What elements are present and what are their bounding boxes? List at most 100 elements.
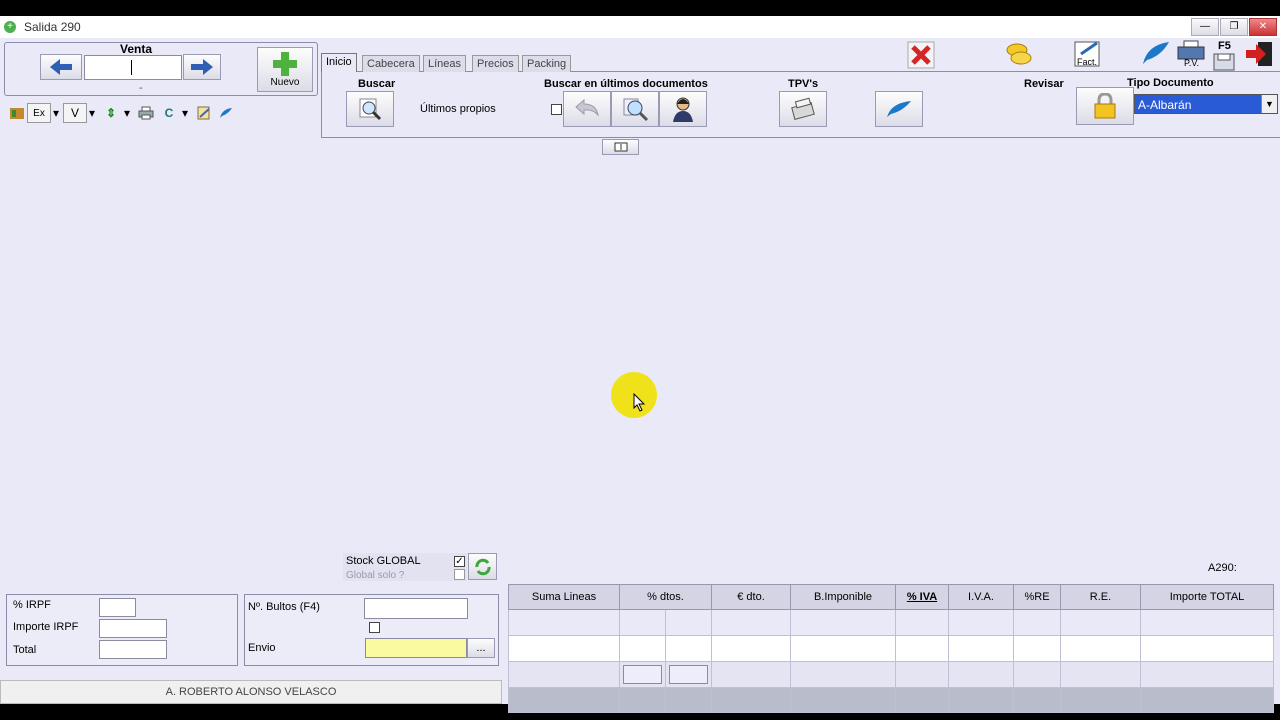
- mouse-pointer-icon: [633, 393, 646, 412]
- refresh-button[interactable]: [468, 553, 497, 580]
- lock-button[interactable]: [1076, 87, 1134, 125]
- col-b-imponible: B.Imponible: [790, 584, 896, 610]
- bultos-input[interactable]: [364, 598, 468, 619]
- save-f5-button[interactable]: F5: [1211, 40, 1241, 71]
- dto2-input[interactable]: [669, 665, 708, 684]
- new-button[interactable]: Nuevo: [257, 47, 313, 92]
- dto1-input[interactable]: [623, 665, 662, 684]
- col-pct-re: %RE: [1013, 584, 1061, 610]
- table-row: [508, 661, 1274, 688]
- client-status-bar: A. ROBERTO ALONSO VELASCO: [0, 680, 502, 704]
- tab-packing[interactable]: Packing: [522, 55, 572, 72]
- client-button[interactable]: [659, 91, 707, 127]
- feather-button[interactable]: [875, 91, 923, 127]
- minimize-button[interactable]: —: [1191, 18, 1219, 36]
- c-label: C: [164, 106, 174, 120]
- tipo-documento-select[interactable]: A-Albarán ▼: [1134, 94, 1278, 114]
- view-button[interactable]: V: [63, 103, 87, 123]
- pos-label: P.V.: [1184, 58, 1200, 68]
- chevron-down-icon[interactable]: ▾: [50, 103, 62, 123]
- totals-table: Suma Lineas % dtos. € dto. B.Imponible %…: [508, 584, 1274, 713]
- table-row: [508, 687, 1274, 713]
- person-icon: [673, 97, 693, 122]
- undo-arrow-icon: [575, 99, 599, 117]
- tipo-documento-value: A-Albarán: [1138, 98, 1192, 112]
- feather-icon: [887, 101, 911, 117]
- total-label: Total: [13, 644, 37, 656]
- chevron-down-icon[interactable]: ▼: [1261, 95, 1277, 113]
- col-importe-total: Importe TOTAL: [1140, 584, 1274, 610]
- excel-icon[interactable]: [6, 103, 28, 123]
- col-pct-iva[interactable]: % IVA: [895, 584, 949, 610]
- tab-lineas[interactable]: Líneas: [423, 55, 467, 72]
- table-row: [508, 609, 1274, 636]
- doc-number-input[interactable]: [84, 55, 182, 80]
- chevron-down-icon[interactable]: ▾: [179, 103, 191, 123]
- feather-icon[interactable]: [215, 103, 237, 123]
- envio-lookup-label: ...: [476, 642, 486, 654]
- search-button[interactable]: [346, 91, 394, 127]
- ultimos-propios-checkbox[interactable]: [551, 104, 562, 115]
- tab-cabecera[interactable]: Cabecera: [362, 55, 420, 72]
- lock-icon: [1094, 93, 1116, 119]
- nav-title: Venta: [120, 42, 153, 56]
- window-title: Salida 290: [24, 20, 81, 34]
- app-icon: +: [4, 21, 16, 33]
- nav-subtitle: -: [139, 82, 143, 94]
- feather-icon[interactable]: [1141, 40, 1173, 70]
- exit-icon[interactable]: [1244, 40, 1276, 70]
- col-re: R.E.: [1060, 584, 1141, 610]
- envio-lookup-button[interactable]: ...: [467, 638, 495, 658]
- invoice-button[interactable]: Fact.: [1073, 40, 1105, 70]
- tpvs-label: TPV's: [788, 78, 819, 90]
- buscar-label: Buscar: [358, 78, 396, 90]
- magnifier-icon: [359, 98, 382, 121]
- close-button[interactable]: ✕: [1249, 18, 1277, 36]
- restore-button[interactable]: ❐: [1220, 18, 1248, 36]
- cancel-icon[interactable]: [905, 40, 937, 70]
- bultos-label: Nº. Bultos (F4): [248, 601, 320, 613]
- col-eur-dto: € dto.: [711, 584, 791, 610]
- find-docs-button[interactable]: [611, 91, 659, 127]
- floppy-icon: [1213, 53, 1235, 71]
- stock-global-sub-label: Global solo ?: [346, 570, 405, 581]
- f5-label: F5: [1218, 40, 1231, 52]
- envio-input[interactable]: [365, 638, 467, 658]
- coins-icon[interactable]: [1003, 40, 1035, 70]
- irpf-pct-input[interactable]: [99, 598, 136, 617]
- collapse-ribbon-button[interactable]: [602, 139, 639, 155]
- next-button[interactable]: [183, 54, 221, 80]
- bultos-checkbox[interactable]: [369, 622, 380, 633]
- table-row: [508, 635, 1274, 662]
- edit-doc-icon[interactable]: [193, 103, 215, 123]
- export-label: Ex: [33, 107, 45, 119]
- stock-global-checkbox[interactable]: ✓: [454, 556, 465, 567]
- cash-register-icon: [791, 97, 815, 120]
- print-icon[interactable]: [134, 103, 158, 123]
- prev-button[interactable]: [40, 54, 82, 80]
- total-input[interactable]: [99, 640, 167, 659]
- global-solo-checkbox[interactable]: [454, 569, 465, 580]
- client-name: A. ROBERTO ALONSO VELASCO: [165, 686, 337, 698]
- plus-icon: [273, 52, 297, 76]
- irpf-importe-input[interactable]: [99, 619, 167, 638]
- c-button[interactable]: C: [158, 103, 180, 123]
- view-label: V: [70, 106, 79, 120]
- expand-icon: [614, 142, 627, 152]
- ultimos-propios-label: Últimos propios: [420, 103, 496, 115]
- undo-button[interactable]: [563, 91, 611, 127]
- refresh-icon: [474, 558, 491, 575]
- tpv-button[interactable]: [779, 91, 827, 127]
- col-pct-dtos: % dtos.: [619, 584, 712, 610]
- export-button[interactable]: Ex: [27, 103, 51, 123]
- sort-icon[interactable]: ⇕: [100, 103, 122, 123]
- col-iva: I.V.A.: [948, 584, 1014, 610]
- pos-print-button[interactable]: P.V.: [1176, 40, 1208, 70]
- tab-inicio[interactable]: Inicio: [321, 53, 357, 72]
- stock-global-label: Stock GLOBAL: [346, 555, 421, 567]
- chevron-down-icon[interactable]: ▾: [121, 103, 133, 123]
- tab-precios[interactable]: Precios: [472, 55, 519, 72]
- chevron-down-icon[interactable]: ▾: [86, 103, 98, 123]
- tipo-documento-label: Tipo Documento: [1127, 77, 1214, 89]
- text-caret: [131, 60, 132, 75]
